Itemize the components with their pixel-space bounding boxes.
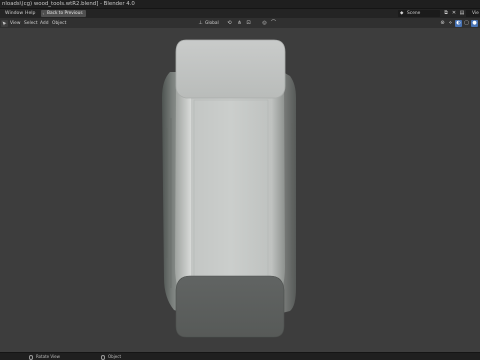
menu-view[interactable]: View	[10, 20, 20, 27]
window-title: nloads\(cg) wood_tools.wtR2.blend] - Ble…	[2, 1, 135, 7]
object-types-visibility-icon[interactable]: ⊛	[439, 20, 446, 27]
window-titlebar: nloads\(cg) wood_tools.wtR2.blend] - Ble…	[0, 0, 480, 9]
scene-selector[interactable]: ◆ Scene	[398, 10, 440, 17]
object-bottom-cap[interactable]	[175, 275, 285, 338]
status-mid-hint: Object	[108, 354, 122, 359]
back-to-previous-button[interactable]: ‹ Back to Previous	[41, 10, 86, 17]
viewport-canvas[interactable]	[0, 28, 480, 352]
pivot-point-icon[interactable]: ⟲	[226, 20, 233, 27]
new-scene-icon[interactable]: ⧉	[443, 10, 449, 17]
3d-viewport[interactable]	[0, 28, 480, 352]
snap-target-icon[interactable]: ⊡	[245, 20, 252, 27]
back-arrow-icon: ‹	[42, 11, 45, 16]
solid-shading-icon[interactable]: ●	[471, 19, 478, 27]
proportional-falloff-icon[interactable]: ⌒	[270, 20, 277, 27]
menu-help[interactable]: Help	[25, 10, 35, 17]
back-to-previous-label: Back to Previous	[47, 11, 83, 16]
object-left-bevel[interactable]	[175, 86, 192, 290]
top-menubar: Window Help ‹ Back to Previous ◆ Scene ⧉…	[0, 9, 480, 18]
mouse-icon	[29, 354, 33, 360]
overlays-icon[interactable]: ◐	[455, 19, 462, 27]
view-layer-name: Vie	[472, 11, 479, 16]
view-layer-icon: ▤	[459, 10, 465, 16]
statusbar: Rotate View Object	[0, 352, 480, 360]
delete-scene-icon[interactable]: ✕	[451, 10, 457, 17]
object-top-cap[interactable]	[175, 39, 286, 99]
cursor-icon	[2, 21, 7, 25]
proportional-editing-icon[interactable]: ◎	[261, 20, 268, 27]
scene-icon: ◆	[400, 11, 404, 16]
transform-orientation-select[interactable]: Global	[205, 20, 219, 27]
view-layer-selector[interactable]: Vie	[466, 10, 480, 17]
editor-type-button[interactable]	[1, 19, 8, 27]
snap-icon[interactable]: ⋔	[236, 20, 243, 27]
menu-window[interactable]: Window	[5, 10, 23, 17]
xray-icon[interactable]: ▢	[463, 20, 470, 27]
scene-name: Scene	[407, 11, 421, 16]
object-right-bevel[interactable]	[270, 86, 285, 290]
menu-add[interactable]: Add	[40, 20, 49, 27]
object-front-face[interactable]	[191, 96, 271, 282]
mouse-icon-2	[101, 354, 105, 360]
transform-orientation-icon[interactable]: ⊥	[197, 20, 204, 27]
menu-object[interactable]: Object	[52, 20, 66, 27]
viewport-header: View Select Add Object ⊥ Global ⟲ ⋔ ⊡ ◎ …	[0, 18, 480, 28]
status-left-hint: Rotate View	[36, 354, 60, 359]
menu-select[interactable]: Select	[24, 20, 38, 27]
gizmo-icon[interactable]: ⋄	[447, 20, 454, 27]
